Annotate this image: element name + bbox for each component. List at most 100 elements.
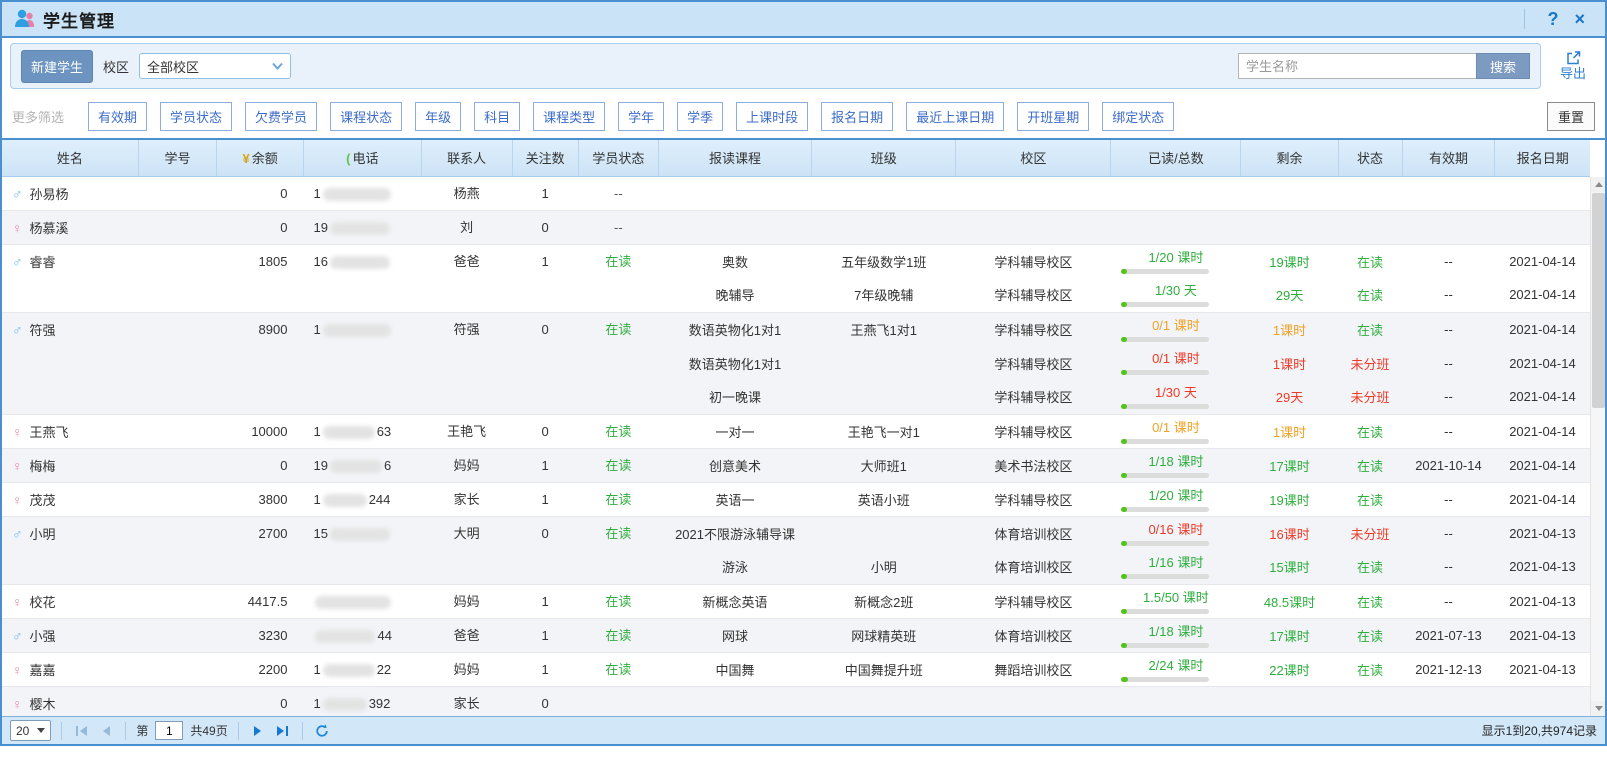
student-row[interactable]: ♀嘉嘉2200122妈妈1在读中国舞中国舞提升班舞蹈培训校区2/24 课时22课…	[2, 652, 1590, 686]
cell-class: 网球精英班	[811, 618, 956, 652]
cell-student-id	[138, 584, 216, 618]
cell-student-status: --	[578, 176, 659, 210]
student-row[interactable]: ♂小明270015大明0在读2021不限游泳辅导课体育培训校区0/16 课时16…	[2, 516, 1590, 550]
column-header[interactable]: 学号	[138, 140, 216, 176]
next-page-button[interactable]	[249, 722, 267, 740]
cell-name: ♀杨慕溪	[2, 210, 138, 244]
column-header[interactable]: 姓名	[2, 140, 138, 176]
scroll-up-icon	[1595, 182, 1603, 187]
cell-course: 奥数	[659, 244, 812, 278]
filter-chip[interactable]: 学季	[677, 102, 723, 131]
export-button[interactable]: 导出	[1549, 50, 1597, 82]
column-header[interactable]: 已读/总数	[1111, 140, 1241, 176]
filter-chip[interactable]: 报名日期	[821, 102, 893, 131]
scrollbar-thumb[interactable]	[1592, 193, 1605, 408]
phone-redaction	[323, 324, 391, 337]
student-row[interactable]: ♀校花4417.5妈妈1在读新概念英语新概念2班学科辅导校区1.5/50 课时4…	[2, 584, 1590, 618]
cell-course: 创意美术	[659, 448, 812, 482]
campus-select[interactable]: 全部校区	[139, 53, 291, 79]
cell-name: ♂小明	[2, 516, 138, 584]
column-header[interactable]: 报名日期	[1495, 140, 1590, 176]
reset-button[interactable]: 重置	[1547, 102, 1595, 131]
page-number-input[interactable]	[155, 721, 183, 740]
column-header[interactable]: 班级	[811, 140, 956, 176]
progress-bar	[1121, 439, 1209, 444]
cell-student-id	[138, 414, 216, 448]
new-student-button[interactable]: 新建学生	[21, 50, 93, 83]
page-size-select[interactable]: 20	[10, 720, 51, 741]
student-row[interactable]: ♂睿睿180516爸爸1在读奥数五年级数学1班学科辅导校区1/20 课时19课时…	[2, 244, 1590, 278]
page-title: 学生管理	[43, 7, 115, 32]
vertical-scrollbar[interactable]	[1590, 177, 1605, 716]
column-header[interactable]: 状态	[1338, 140, 1402, 176]
cell-phone: 16	[303, 244, 421, 312]
first-page-icon	[75, 725, 88, 737]
column-header[interactable]: 关注数	[512, 140, 578, 176]
filter-chip[interactable]: 欠费学员	[245, 102, 317, 131]
student-row[interactable]: ♀梅梅0196妈妈1在读创意美术大师班1美术书法校区1/18 课时17课时在读2…	[2, 448, 1590, 482]
cell-student-id	[138, 312, 216, 414]
filter-chip[interactable]: 课程类型	[533, 102, 605, 131]
student-row[interactable]: ♀王燕飞10000163王艳飞0在读一对一王艳飞一对1学科辅导校区0/1 课时1…	[2, 414, 1590, 448]
filter-chip[interactable]: 最近上课日期	[906, 102, 1004, 131]
last-page-button[interactable]	[274, 722, 292, 740]
student-row[interactable]: ♂孙易杨01杨燕1--	[2, 176, 1590, 210]
export-icon	[1565, 50, 1582, 66]
progress-bar	[1121, 370, 1209, 375]
student-row[interactable]: ♀樱木01392家长0	[2, 686, 1590, 716]
first-page-button[interactable]	[72, 722, 90, 740]
cell-valid-until: --	[1402, 312, 1495, 346]
student-row[interactable]: ♀杨慕溪019刘0--	[2, 210, 1590, 244]
column-header[interactable]: 剩余	[1241, 140, 1338, 176]
female-icon: ♀	[12, 492, 23, 508]
scroll-down-button[interactable]	[1591, 701, 1605, 716]
filter-chip[interactable]: 年级	[415, 102, 461, 131]
cell-student-status: 在读	[578, 414, 659, 448]
cell-remaining	[1241, 210, 1338, 244]
cell-progress: 1/30 天	[1111, 278, 1241, 312]
cell-student-status: 在读	[578, 448, 659, 482]
filter-chip[interactable]: 开班星期	[1017, 102, 1089, 131]
male-icon: ♂	[12, 322, 23, 338]
phone-redaction	[330, 528, 390, 541]
filter-chip[interactable]: 科目	[474, 102, 520, 131]
toolbar: 新建学生 校区 全部校区 搜索 导出	[2, 38, 1605, 94]
column-header[interactable]: ¥余额	[217, 140, 304, 176]
filter-chip[interactable]: 有效期	[88, 102, 147, 131]
help-button[interactable]: ?	[1539, 10, 1566, 28]
prev-page-button[interactable]	[97, 722, 115, 740]
page-total-label: 共49页	[190, 722, 227, 739]
column-header[interactable]: 报读课程	[659, 140, 812, 176]
cell-progress	[1111, 686, 1241, 716]
filter-chip[interactable]: 学员状态	[160, 102, 232, 131]
progress-bar	[1121, 574, 1209, 579]
cell-student-id	[138, 516, 216, 584]
cell-progress: 0/16 课时	[1111, 516, 1241, 550]
search-input[interactable]	[1238, 53, 1476, 79]
filter-chip[interactable]: 上课时段	[736, 102, 808, 131]
cell-balance: 1805	[217, 244, 304, 312]
filter-chip[interactable]: 课程状态	[330, 102, 402, 131]
last-page-icon	[276, 725, 289, 737]
search-button[interactable]: 搜索	[1476, 53, 1530, 79]
filter-chip[interactable]: 学年	[618, 102, 664, 131]
column-header[interactable]: 校区	[956, 140, 1111, 176]
phone-icon: (	[346, 151, 350, 166]
cell-course-status: 未分班	[1338, 516, 1402, 550]
student-row[interactable]: ♀茂茂38001244家长1在读英语一英语小班学科辅导校区1/20 课时19课时…	[2, 482, 1590, 516]
close-button[interactable]: ×	[1566, 10, 1593, 28]
student-row[interactable]: ♂小强323044爸爸1在读网球网球精英班体育培训校区1/18 课时17课时在读…	[2, 618, 1590, 652]
filter-chip[interactable]: 绑定状态	[1102, 102, 1174, 131]
cell-campus: 学科辅导校区	[956, 414, 1111, 448]
cell-remaining: 19课时	[1241, 482, 1338, 516]
student-row[interactable]: ♂符强89001符强0在读数语英物化1对1王燕飞1对1学科辅导校区0/1 课时1…	[2, 312, 1590, 346]
column-header[interactable]: 有效期	[1402, 140, 1495, 176]
scroll-up-button[interactable]	[1591, 177, 1605, 192]
cell-class	[811, 380, 956, 414]
column-header[interactable]: (电话	[303, 140, 421, 176]
cell-course-status: 在读	[1338, 448, 1402, 482]
refresh-button[interactable]	[313, 722, 331, 740]
cell-phone: 1244	[303, 482, 421, 516]
column-header[interactable]: 联系人	[421, 140, 512, 176]
column-header[interactable]: 学员状态	[578, 140, 659, 176]
